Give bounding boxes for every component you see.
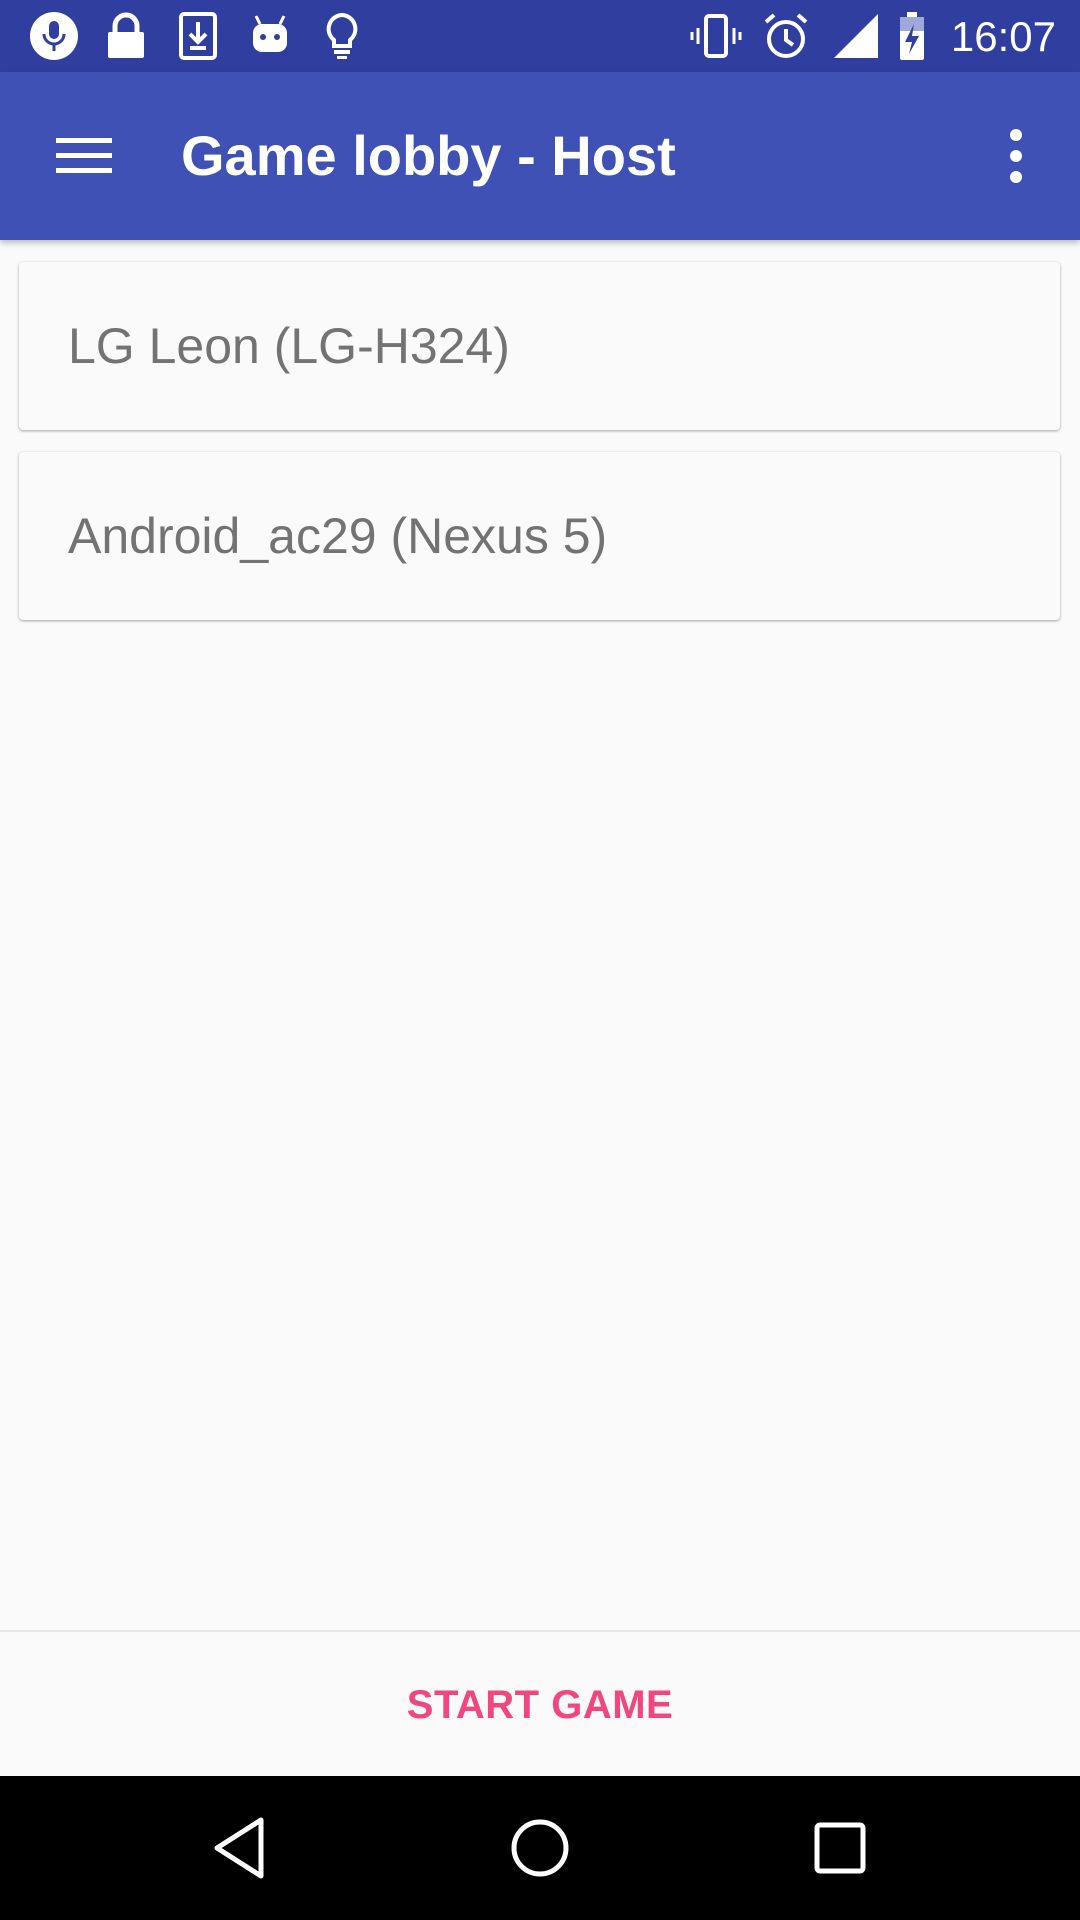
vibrate-icon — [690, 10, 742, 62]
battery-charging-icon — [886, 10, 938, 62]
page-title: Game lobby - Host — [181, 124, 676, 187]
player-list: LG Leon (LG-H324) Android_ac29 (Nexus 5) — [19, 262, 1060, 642]
signal-icon — [830, 10, 882, 62]
home-icon[interactable] — [502, 1810, 578, 1886]
bottom-action-bar: START GAME — [0, 1630, 1080, 1778]
player-card[interactable]: Android_ac29 (Nexus 5) — [19, 452, 1060, 620]
back-icon[interactable] — [203, 1810, 279, 1886]
player-name: Android_ac29 (Nexus 5) — [68, 508, 608, 564]
player-name: LG Leon (LG-H324) — [68, 318, 510, 374]
lightbulb-icon — [316, 10, 368, 62]
android-icon — [244, 10, 296, 62]
alarm-icon — [760, 10, 812, 62]
recents-icon[interactable] — [802, 1810, 878, 1886]
lock-icon — [100, 10, 152, 62]
download-icon — [172, 10, 224, 62]
status-time: 16:07 — [950, 13, 1056, 60]
start-game-button[interactable]: START GAME — [340, 1632, 740, 1778]
player-card[interactable]: LG Leon (LG-H324) — [19, 262, 1060, 430]
status-bar: 16:07 — [0, 0, 1080, 72]
app-bar: Game lobby - Host — [0, 72, 1080, 240]
more-vert-icon[interactable] — [978, 118, 1054, 194]
mic-icon — [28, 10, 80, 62]
hamburger-menu-icon[interactable] — [44, 118, 120, 194]
navigation-bar — [0, 1776, 1080, 1920]
